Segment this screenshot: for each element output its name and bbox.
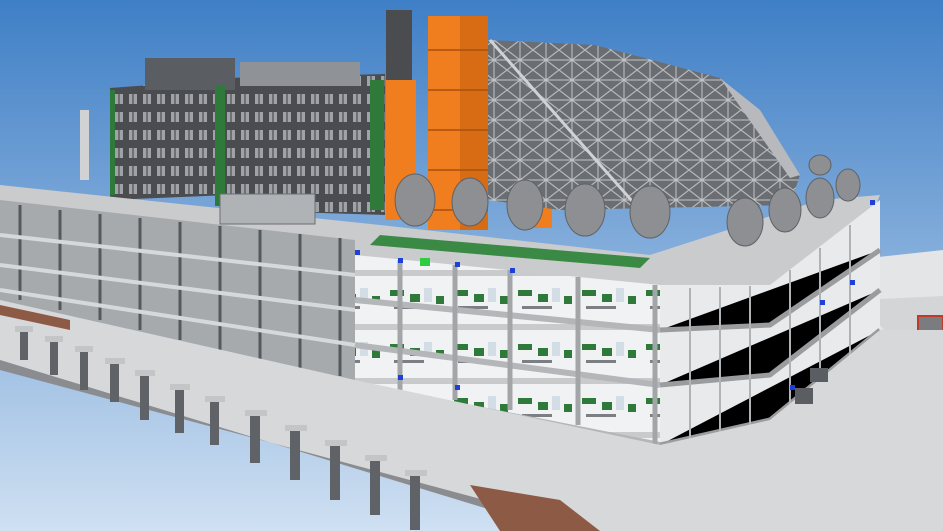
building-model-render bbox=[0, 0, 943, 531]
office-block-left bbox=[110, 80, 230, 200]
plaza-equipment-2 bbox=[795, 388, 813, 404]
green-marker bbox=[420, 258, 430, 266]
green-band bbox=[110, 90, 115, 195]
roof-plant bbox=[145, 58, 235, 90]
green-band-3 bbox=[370, 80, 384, 210]
plaza-equipment-1 bbox=[810, 368, 828, 382]
roof-box bbox=[219, 193, 316, 225]
model-viewport[interactable] bbox=[0, 0, 943, 531]
green-band-2 bbox=[215, 86, 225, 206]
chimney bbox=[80, 110, 89, 180]
roof-plant-2 bbox=[240, 62, 360, 86]
